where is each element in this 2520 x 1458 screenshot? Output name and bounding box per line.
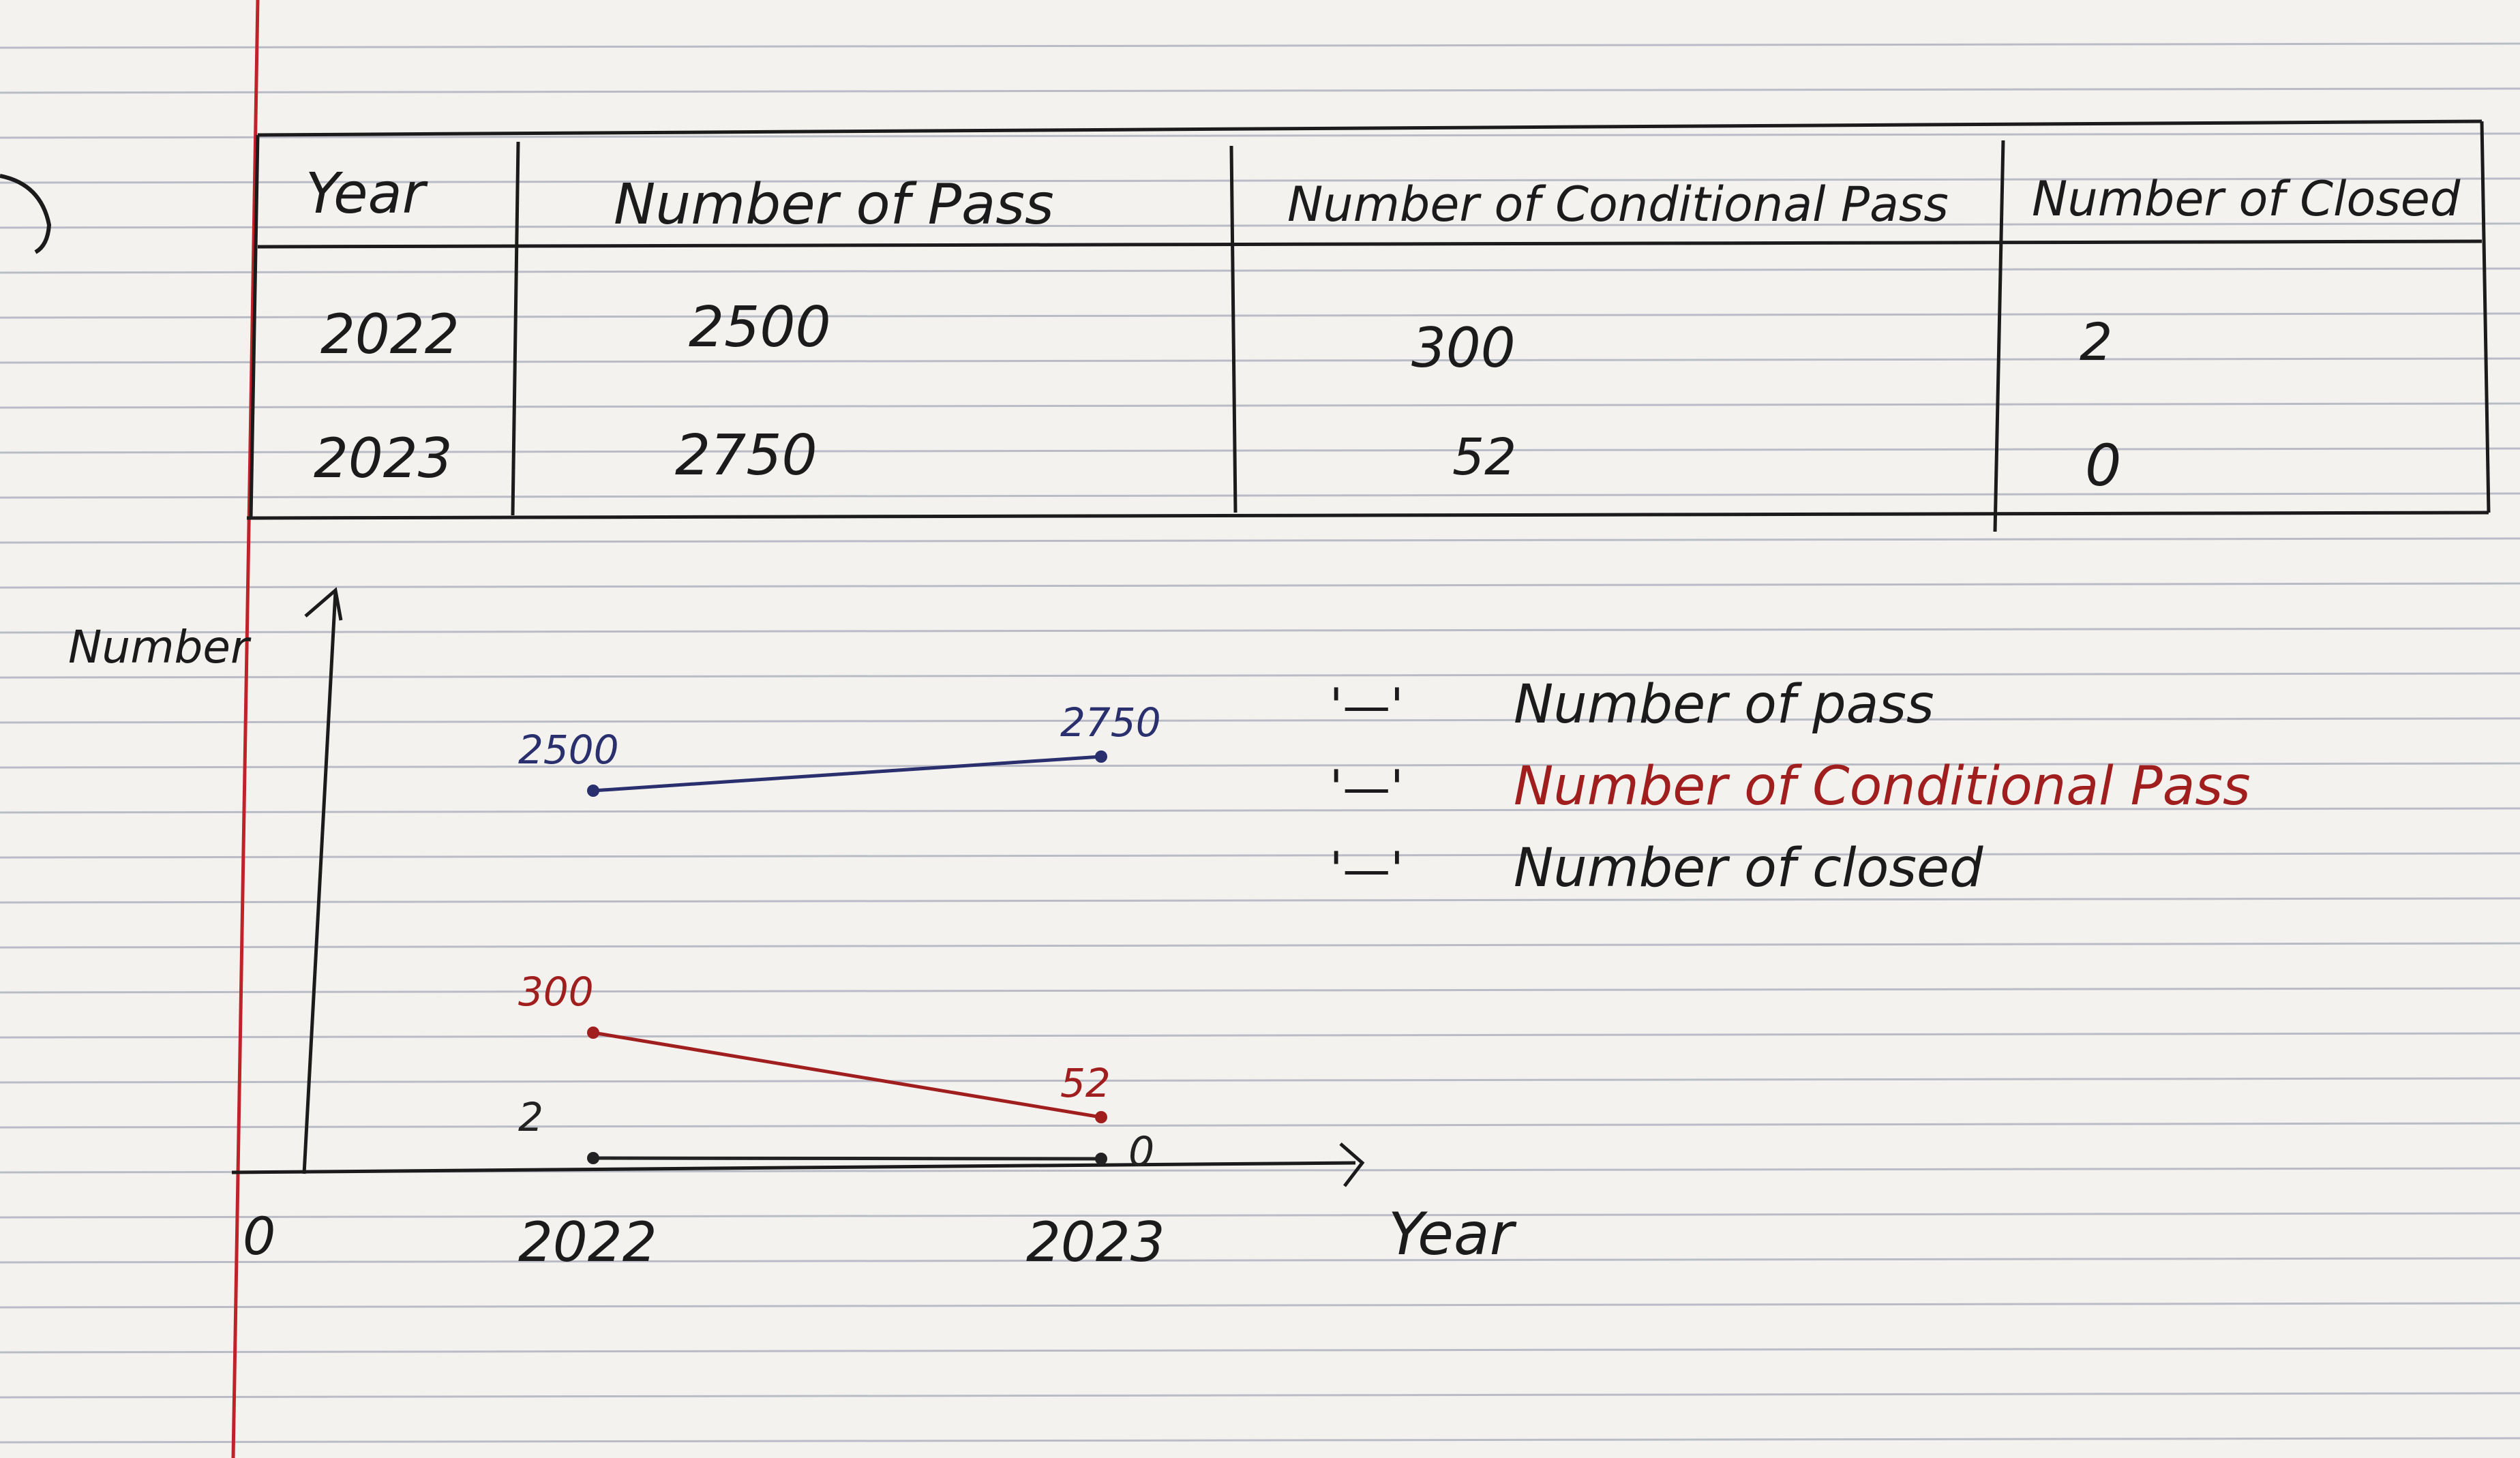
table-col-divider-3 xyxy=(1993,140,2005,532)
ruled-line xyxy=(0,1437,2520,1444)
y-axis-label: Number xyxy=(68,621,252,673)
y-axis xyxy=(302,591,338,1174)
table-cell-conditional-2022: 300 xyxy=(1411,316,1516,380)
punch-hole xyxy=(0,174,52,254)
ruled-line xyxy=(0,1122,2520,1129)
table-header-pass: Number of Pass xyxy=(614,172,1054,237)
table-right-border xyxy=(2480,121,2491,513)
table-cell-closed-2023: 0 xyxy=(2085,432,2121,499)
data-point xyxy=(587,1027,599,1039)
ruled-line xyxy=(0,267,2520,274)
legend: '—' Number of pass '—' Number of Conditiona… xyxy=(1330,674,2251,899)
ruled-line xyxy=(0,492,2520,499)
data-label: 2500 xyxy=(518,727,619,773)
series-line xyxy=(592,755,1102,793)
table-cell-pass-2023: 2750 xyxy=(675,423,817,488)
ruled-line xyxy=(0,42,2520,49)
table-cell-pass-2022: 2500 xyxy=(689,295,831,360)
ruled-line xyxy=(0,897,2520,904)
x-axis-label: Year xyxy=(1388,1200,1517,1269)
ruled-line xyxy=(0,627,2520,634)
legend-marker: '—' xyxy=(1330,760,1404,816)
data-label: 300 xyxy=(518,969,594,1015)
data-label: 2 xyxy=(518,1094,543,1140)
x-tick-label: 2023 xyxy=(1026,1211,1165,1274)
table-cell-year-2022: 2022 xyxy=(320,303,460,366)
legend-label: Number of closed xyxy=(1514,838,1983,899)
ruled-line xyxy=(0,402,2520,409)
table-bottom-border xyxy=(246,511,2489,520)
data-label: 52 xyxy=(1060,1060,1111,1106)
data-point xyxy=(1095,1111,1107,1123)
x-tick-label: 2022 xyxy=(518,1211,657,1274)
data-point xyxy=(587,1152,599,1164)
table-cell-conditional-2023: 52 xyxy=(1452,428,1516,487)
ruled-line xyxy=(0,1392,2520,1399)
ruled-line xyxy=(0,1302,2520,1309)
data-point xyxy=(587,785,599,797)
ruled-line xyxy=(0,987,2520,994)
ruled-line xyxy=(0,1212,2520,1219)
table-col-divider-1 xyxy=(511,141,520,516)
series-line xyxy=(592,1156,1102,1161)
notebook-page: Year Number of Pass Number of Conditiona… xyxy=(0,0,2520,1458)
ruled-line xyxy=(0,942,2520,949)
origin-label: 0 xyxy=(243,1206,275,1266)
ruled-line xyxy=(0,87,2520,94)
table-cell-year-2023: 2023 xyxy=(314,427,453,490)
x-axis-arrowhead xyxy=(1339,1142,1365,1187)
legend-marker: '—' xyxy=(1330,842,1404,898)
table-header-conditional-pass: Number of Conditional Pass xyxy=(1287,177,1949,232)
data-point xyxy=(1095,750,1107,763)
table-top-border xyxy=(257,119,2482,137)
ruled-line xyxy=(0,537,2520,544)
table-header-closed: Number of Closed xyxy=(2032,171,2461,227)
legend-label: Number of Conditional Pass xyxy=(1514,756,2251,817)
ruled-line xyxy=(0,1347,2520,1354)
data-point xyxy=(1095,1153,1107,1165)
data-label: 0 xyxy=(1128,1128,1154,1176)
ruled-line xyxy=(0,1077,2520,1084)
legend-label: Number of pass xyxy=(1514,674,1934,735)
ruled-line xyxy=(0,672,2520,679)
legend-marker: '—' xyxy=(1330,678,1404,734)
table-header-divider xyxy=(257,239,2482,249)
ruled-line xyxy=(0,582,2520,589)
data-label: 2750 xyxy=(1060,699,1161,746)
ruled-line xyxy=(0,717,2520,724)
ruled-line xyxy=(0,1257,2520,1264)
ruled-line xyxy=(0,852,2520,859)
table-cell-closed-2022: 2 xyxy=(2080,312,2112,372)
series-line xyxy=(592,1031,1102,1119)
ruled-line xyxy=(0,1032,2520,1039)
table-col-divider-2 xyxy=(1229,145,1238,513)
table-header-year: Year xyxy=(305,162,428,226)
ruled-lines xyxy=(0,42,2520,1444)
